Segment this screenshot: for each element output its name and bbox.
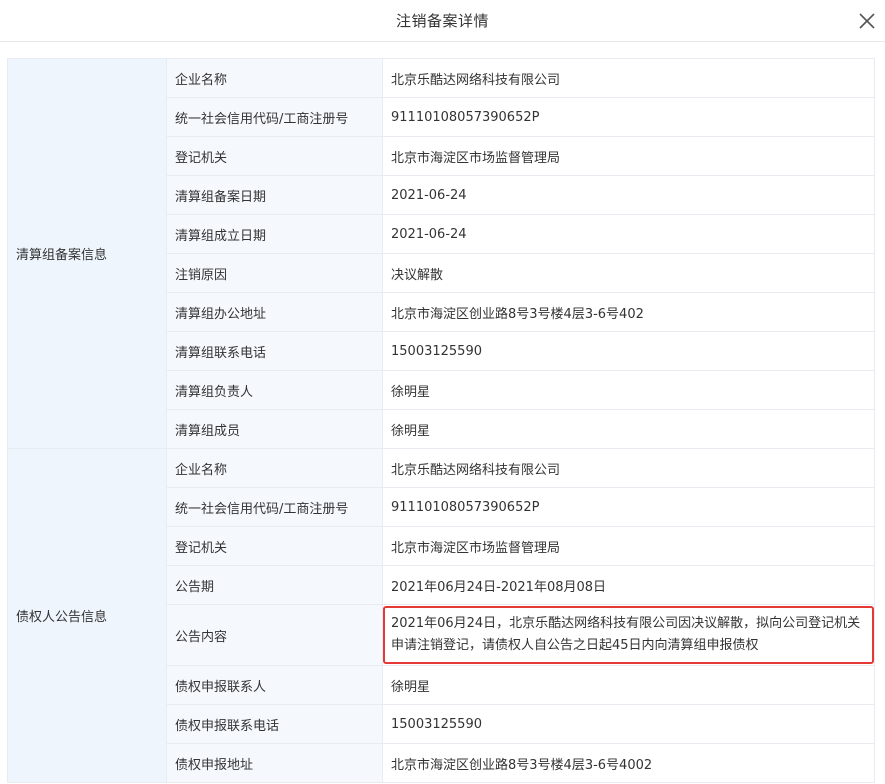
row-label: 清算组成员 [166, 409, 383, 449]
row-value: 2021年06月24日-2021年08月08日 [382, 565, 875, 605]
modal-title: 注销备案详情 [395, 12, 489, 30]
row-label: 清算组备案日期 [166, 175, 383, 215]
row-label: 清算组联系电话 [166, 331, 383, 371]
row-value: 15003125590 [382, 704, 875, 744]
row-value: 徐明星 [382, 370, 875, 410]
announcement-highlight: 2021年06月24日，北京乐酷达网络科技有限公司因决议解散，拟向公司登记机关申… [383, 606, 874, 664]
row-value: 北京乐酷达网络科技有限公司 [382, 58, 875, 98]
row-label: 统一社会信用代码/工商注册号 [166, 487, 383, 527]
row-label: 注销原因 [166, 253, 383, 293]
group-label-creditor: 债权人公告信息 [7, 448, 167, 783]
row-value: 徐明星 [382, 665, 875, 705]
row-label: 债权申报联系人 [166, 665, 383, 705]
group-label-liquidation: 清算组备案信息 [7, 58, 167, 449]
row-value: 2021-06-24 [382, 175, 875, 215]
row-value: 北京市海淀区创业路8号3号楼4层3-6号4002 [382, 743, 875, 783]
table-row: 债权人公告信息 企业名称 北京乐酷达网络科技有限公司 [7, 448, 875, 783]
row-label: 登记机关 [166, 526, 383, 566]
detail-table: 清算组备案信息 企业名称 北京乐酷达网络科技有限公司 统一社会信用代码/工商注册… [7, 58, 875, 783]
row-label: 债权申报联系电话 [166, 704, 383, 744]
row-value-highlighted: 2021年06月24日，北京乐酷达网络科技有限公司因决议解散，拟向公司登记机关申… [382, 604, 875, 666]
row-label: 企业名称 [166, 448, 383, 488]
row-value: 决议解散 [382, 253, 875, 293]
row-value: 北京市海淀区市场监督管理局 [382, 526, 875, 566]
row-value: 2021-06-24 [382, 214, 875, 254]
row-value: 北京市海淀区创业路8号3号楼4层3-6号402 [382, 292, 875, 332]
row-value: 徐明星 [382, 409, 875, 449]
row-label: 清算组负责人 [166, 370, 383, 410]
row-label: 企业名称 [166, 58, 383, 98]
row-label: 债权申报地址 [166, 743, 383, 783]
row-value: 91110108057390652P [382, 97, 875, 137]
modal-header: 注销备案详情 [0, 0, 885, 42]
row-value: 北京乐酷达网络科技有限公司 [382, 448, 875, 488]
close-icon-graphic [859, 13, 875, 29]
close-icon[interactable] [857, 11, 877, 31]
table-row: 清算组备案信息 企业名称 北京乐酷达网络科技有限公司 [7, 58, 875, 449]
row-label: 公告期 [166, 565, 383, 605]
row-label: 清算组办公地址 [166, 292, 383, 332]
row-label: 公告内容 [166, 604, 383, 666]
row-label: 登记机关 [166, 136, 383, 176]
row-label: 清算组成立日期 [166, 214, 383, 254]
row-value: 91110108057390652P [382, 487, 875, 527]
row-value: 15003125590 [382, 331, 875, 371]
row-label: 统一社会信用代码/工商注册号 [166, 97, 383, 137]
row-value: 北京市海淀区市场监督管理局 [382, 136, 875, 176]
